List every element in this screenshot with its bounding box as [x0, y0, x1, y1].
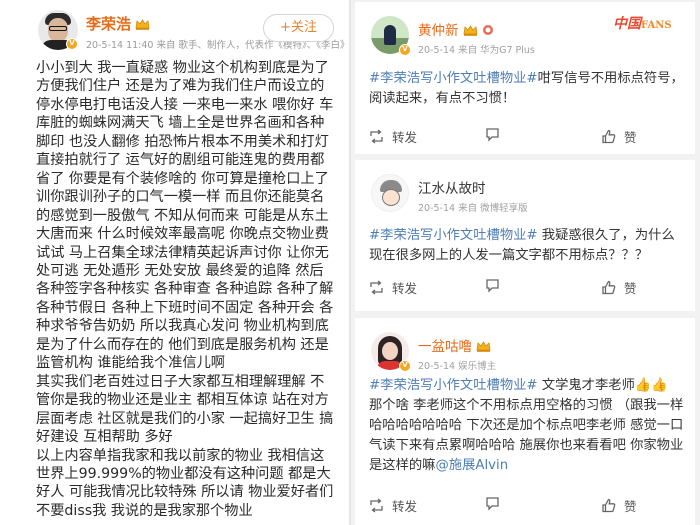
thumbs-up-icon	[602, 280, 616, 295]
comment-card: V 一盆咕噜 20-5-14 娱乐博主 #李荣浩写小作文吐槽物业# 文学鬼才李老…	[355, 318, 695, 525]
post-header: V 李荣浩 20-5-14 11:40 来自 歌手、制作人，代表作《模特》、《李…	[38, 10, 349, 54]
comment-button[interactable]	[485, 496, 508, 511]
comment-icon	[486, 128, 499, 142]
comment-actions: 转发 赞	[369, 127, 679, 147]
comment-text: #李荣浩写小作文吐槽物业# 文学鬼才李老师👍👍 那个啥 李老师这个不用标点用空格…	[369, 378, 684, 473]
comment-actions: 转发 赞	[369, 496, 679, 516]
commenter-avatar[interactable]	[371, 174, 409, 212]
repost-button[interactable]: 转发	[369, 278, 417, 297]
author-name-text[interactable]: 李荣浩	[86, 15, 131, 33]
repost-button[interactable]: 转发	[369, 496, 417, 515]
mention-link[interactable]: @施展Alvin	[435, 458, 508, 473]
like-button[interactable]: 赞	[601, 278, 637, 297]
post-paragraph: 以上内容单指我家和我以前家的物业 我相信这世界上99.999%的物业都没有这种问…	[36, 447, 334, 519]
post-body: 小小到大 我一直疑惑 物业这个机构到底是为了方便我们住户 还是为了难为我们住户而…	[36, 59, 336, 520]
post-body-text: 小小到大 我一直疑惑 物业这个机构到底是为了方便我们住户 还是为了难为我们住户而…	[36, 59, 336, 520]
comment-meta: 20-5-14 来自 华为G7 Plus	[418, 45, 535, 56]
comment-card: V 黄仲新 20-5-14 来自 华为G7 Plus 中国FANS #李荣浩写小…	[355, 2, 695, 154]
comment-icon	[486, 497, 499, 511]
like-button[interactable]: 赞	[601, 127, 637, 146]
repost-icon	[370, 498, 383, 513]
china-fans-logo: 中国FANS	[613, 16, 672, 32]
comment-button[interactable]	[485, 278, 508, 293]
post-paragraph: 小小到大 我一直疑惑 物业这个机构到底是为了方便我们住户 还是为了难为我们住户而…	[36, 60, 334, 372]
main-post: V 李荣浩 20-5-14 11:40 来自 歌手、制作人，代表作《模特》、《李…	[0, 0, 349, 525]
comment-text: #李荣浩写小作文吐槽物业#咁写信号不用标点符号，阅读起来，有点不习惯！	[369, 71, 684, 106]
repost-button[interactable]: 转发	[369, 127, 417, 146]
topic-link[interactable]: #李荣浩写小作文吐槽物业#	[369, 71, 538, 86]
thumbs-up-icon	[602, 498, 616, 513]
author-name[interactable]: 李荣浩	[86, 13, 150, 34]
thumbs-up-icon	[602, 129, 616, 144]
comment-text: #李荣浩写小作文吐槽物业# 我疑惑很久了，为什么现在很多网上的人发一篇文字都不用…	[369, 228, 675, 263]
crown-icon	[476, 341, 491, 352]
repost-icon	[370, 280, 383, 295]
comment-card: 江水从故时 20-5-14 来自 微博轻享版 #李荣浩写小作文吐槽物业# 我疑惑…	[355, 160, 695, 311]
comment-meta: 20-5-14 来自 微博轻享版	[418, 203, 528, 214]
comments-panel: V 黄仲新 20-5-14 来自 华为G7 Plus 中国FANS #李荣浩写小…	[351, 0, 700, 525]
comment-actions: 转发 赞	[369, 278, 679, 298]
follow-button[interactable]: +关注	[263, 14, 334, 42]
verified-badge-icon: V	[399, 44, 411, 56]
comment-icon	[486, 279, 499, 293]
verified-badge-icon: V	[66, 38, 78, 50]
commenter-name[interactable]: 江水从故时	[418, 177, 486, 197]
comment-button[interactable]	[485, 127, 508, 142]
medal-icon	[482, 25, 493, 35]
crown-icon	[135, 19, 150, 30]
topic-link[interactable]: #李荣浩写小作文吐槽物业#	[369, 378, 538, 393]
commenter-name[interactable]: 一盆咕噜	[418, 335, 491, 355]
like-button[interactable]: 赞	[601, 496, 637, 515]
crown-icon	[463, 25, 477, 36]
repost-icon	[370, 129, 383, 144]
comment-meta: 20-5-14 娱乐博主	[418, 361, 497, 372]
topic-link[interactable]: #李荣浩写小作文吐槽物业#	[369, 228, 538, 243]
verified-badge-icon: V	[399, 360, 411, 372]
commenter-name[interactable]: 黄仲新	[418, 19, 494, 39]
post-paragraph: 其实我们老百姓过日子大家都互相理解理解 不管你是我的物业还是业主 都相互体谅 站…	[36, 373, 334, 446]
